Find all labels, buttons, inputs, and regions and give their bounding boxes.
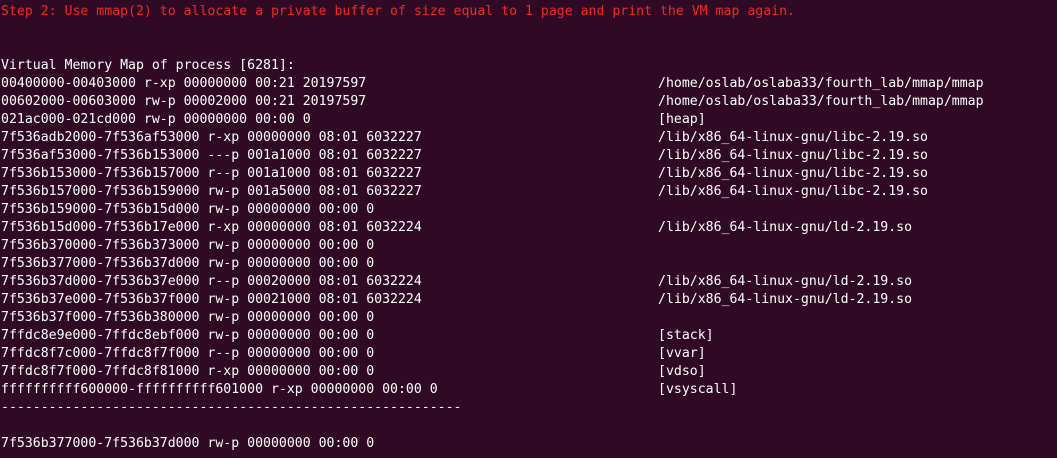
- step-message: Step 2: Use mmap(2) to allocate a privat…: [1, 4, 795, 19]
- vm-map-entry: 7f536b159000-7f536b15d000 rw-p 00000000 …: [1, 202, 375, 217]
- vm-map-entry: 7f536b153000-7f536b157000 r--p 001a1000 …: [1, 166, 422, 181]
- vm-map-entry: 7f536af53000-7f536b153000 ---p 001a1000 …: [1, 148, 422, 163]
- vm-map-entry: 7f536b377000-7f536b37d000 rw-p 00000000 …: [1, 256, 375, 271]
- vm-map-row: 7f536b37e000-7f536b37f000 rw-p 00021000 …: [1, 291, 1057, 309]
- vm-map-row: 7f536af53000-7f536b153000 ---p 001a1000 …: [1, 147, 1057, 165]
- vm-map-path: [heap]: [658, 112, 706, 127]
- vm-map-row: 7f536b159000-7f536b15d000 rw-p 00000000 …: [1, 201, 1057, 219]
- vm-map-path: /lib/x86_64-linux-gnu/ld-2.19.so: [658, 220, 913, 235]
- vm-map-path: /lib/x86_64-linux-gnu/libc-2.19.so: [658, 130, 928, 145]
- vm-map-entry: ffffffffff600000-ffffffffff601000 r-xp 0…: [1, 382, 438, 397]
- vm-map-entry: 7ffdc8e9e000-7ffdc8ebf000 rw-p 00000000 …: [1, 328, 375, 343]
- vm-map-row: 00602000-00603000 rw-p 00002000 00:21 20…: [1, 93, 1057, 111]
- vm-map-entry: 7ffdc8f7c000-7ffdc8f7f000 r--p 00000000 …: [1, 346, 375, 361]
- vm-map-path: /lib/x86_64-linux-gnu/libc-2.19.so: [658, 184, 928, 199]
- vm-map-row: 00400000-00403000 r-xp 00000000 00:21 20…: [1, 75, 1057, 93]
- vm-map-row: 7ffdc8e9e000-7ffdc8ebf000 rw-p 00000000 …: [1, 327, 1057, 345]
- vm-map-path: /lib/x86_64-linux-gnu/libc-2.19.so: [658, 148, 928, 163]
- vm-map-row: 7f536b377000-7f536b37d000 rw-p 00000000 …: [1, 255, 1057, 273]
- vm-map-path: /lib/x86_64-linux-gnu/ld-2.19.so: [658, 292, 913, 307]
- separator-line: ----------------------------------------…: [1, 400, 462, 415]
- terminal-window[interactable]: Step 2: Use mmap(2) to allocate a privat…: [0, 0, 1057, 458]
- vm-map-entry: 021ac000-021cd000 rw-p 00000000 00:00 0: [1, 112, 311, 127]
- vm-map-entry: 00400000-00403000 r-xp 00000000 00:21 20…: [1, 76, 367, 91]
- vm-map-entry: 7f536b157000-7f536b159000 rw-p 001a5000 …: [1, 184, 422, 199]
- map-header: Virtual Memory Map of process [6281]:: [1, 58, 295, 73]
- vm-map-row: 7f536b37f000-7f536b380000 rw-p 00000000 …: [1, 309, 1057, 327]
- vm-map-row: ffffffffff600000-ffffffffff601000 r-xp 0…: [1, 381, 1057, 399]
- vm-map-path: [stack]: [658, 328, 714, 343]
- vm-map-row: 7f536b37d000-7f536b37e000 r--p 00020000 …: [1, 273, 1057, 291]
- vm-map-entry: 7f536adb2000-7f536af53000 r-xp 00000000 …: [1, 130, 422, 145]
- vm-map-row: 7f536b153000-7f536b157000 r--p 001a1000 …: [1, 165, 1057, 183]
- vm-map-entry: 00602000-00603000 rw-p 00002000 00:21 20…: [1, 94, 367, 109]
- vm-map-path: /home/oslab/oslaba33/fourth_lab/mmap/mma…: [658, 94, 984, 109]
- vm-map-entry: 7f536b370000-7f536b373000 rw-p 00000000 …: [1, 238, 375, 253]
- vm-map-row: 7ffdc8f7c000-7ffdc8f7f000 r--p 00000000 …: [1, 345, 1057, 363]
- vm-map-path: /home/oslab/oslaba33/fourth_lab/mmap/mma…: [658, 76, 984, 91]
- vm-map-row: 021ac000-021cd000 rw-p 00000000 00:00 0 […: [1, 111, 1057, 129]
- vm-map-row: 7ffdc8f7f000-7ffdc8f81000 r-xp 00000000 …: [1, 363, 1057, 381]
- vm-map-entry: 7f536b37d000-7f536b37e000 r--p 00020000 …: [1, 274, 422, 289]
- vm-map-path: [vdso]: [658, 364, 706, 379]
- vm-map-row: 7f536b157000-7f536b159000 rw-p 001a5000 …: [1, 183, 1057, 201]
- vm-map-row: 7f536b370000-7f536b373000 rw-p 00000000 …: [1, 237, 1057, 255]
- vm-map-row: 7f536adb2000-7f536af53000 r-xp 00000000 …: [1, 129, 1057, 147]
- vm-map-entry: 7f536b37f000-7f536b380000 rw-p 00000000 …: [1, 310, 375, 325]
- buffer-map-row: 7f536b377000-7f536b37d000 rw-p 00000000 …: [1, 436, 375, 451]
- vm-map-entry: 7f536b37e000-7f536b37f000 rw-p 00021000 …: [1, 292, 422, 307]
- vm-map-entry: 7ffdc8f7f000-7ffdc8f81000 r-xp 00000000 …: [1, 364, 375, 379]
- vm-map-entry: 7f536b15d000-7f536b17e000 r-xp 00000000 …: [1, 220, 422, 235]
- vm-map-path: /lib/x86_64-linux-gnu/libc-2.19.so: [658, 166, 928, 181]
- vm-map-row: 7f536b15d000-7f536b17e000 r-xp 00000000 …: [1, 219, 1057, 237]
- vm-map-path: [vsyscall]: [658, 382, 738, 397]
- vm-map-path: [vvar]: [658, 346, 706, 361]
- vm-map-path: /lib/x86_64-linux-gnu/ld-2.19.so: [658, 274, 913, 289]
